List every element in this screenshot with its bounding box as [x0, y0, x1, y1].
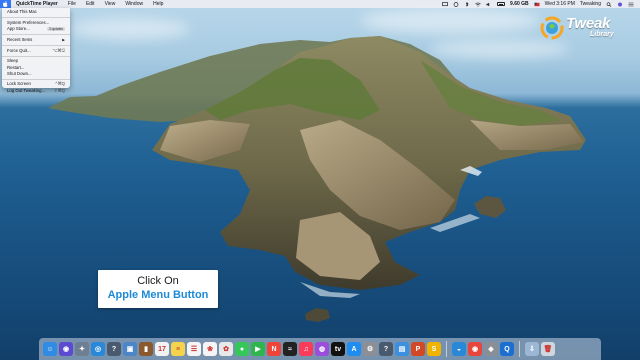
- finder-icon[interactable]: ☺: [43, 342, 57, 356]
- wifi-icon[interactable]: [475, 2, 481, 7]
- network-speed[interactable]: 9.60 GB: [510, 0, 529, 8]
- stocks-icon[interactable]: ≈: [283, 342, 297, 356]
- battery-icon[interactable]: [497, 2, 506, 6]
- keynote-icon[interactable]: ▤: [395, 342, 409, 356]
- logo-text-library: Library: [590, 31, 614, 38]
- spotlight-icon[interactable]: ◒: [452, 342, 466, 356]
- quicktime-icon[interactable]: Q: [500, 342, 514, 356]
- system-preferences-icon[interactable]: ⚙: [363, 342, 377, 356]
- volume-icon[interactable]: [486, 2, 492, 7]
- instruction-callout: Click On Apple Menu Button: [98, 270, 218, 308]
- input-flag-icon[interactable]: [534, 2, 540, 7]
- menu-item-label: App Store...: [7, 25, 30, 31]
- spotlight-icon[interactable]: [606, 1, 612, 7]
- menu-item-label: Force Quit...: [7, 47, 31, 53]
- help-icon[interactable]: ?: [107, 342, 121, 356]
- dock: ☺ ◉ ✦ ◎? ▣ ▮ 17 ≡ ☰ ❀ ✿ ● ▶ N ≈ ♫ ◍ tv A ⚙? ▤ P S ◒ ◉ ◈ Q ⇩ 🗑: [39, 338, 601, 360]
- dock-separator: [519, 341, 520, 357]
- launchpad-icon[interactable]: ✦: [75, 342, 89, 356]
- downloads-folder-icon[interactable]: ⇩: [525, 342, 539, 356]
- trash-icon[interactable]: 🗑: [541, 342, 555, 356]
- siri-icon[interactable]: ◉: [59, 342, 73, 356]
- powerpoint-icon[interactable]: P: [411, 342, 425, 356]
- help-viewer-icon[interactable]: ?: [379, 342, 393, 356]
- menu-separator: [2, 55, 70, 57]
- news-icon[interactable]: N: [267, 342, 281, 356]
- screen-mirror-icon[interactable]: [442, 1, 448, 7]
- photos-app-icon[interactable]: ❀: [203, 342, 217, 356]
- menu-separator: [2, 33, 70, 35]
- menu-bar: QuickTime Player File Edit View Window H…: [0, 0, 640, 8]
- menu-item-label: About This Mac: [7, 9, 37, 14]
- chrome-icon[interactable]: ◉: [468, 342, 482, 356]
- apple-icon: [3, 1, 8, 7]
- app-store-icon[interactable]: A: [347, 342, 361, 356]
- callout-line-2: Apple Menu Button: [107, 289, 209, 301]
- calendar-icon[interactable]: 17: [155, 342, 169, 356]
- menu-item-shut-down[interactable]: Shut Down...: [2, 71, 70, 77]
- menu-item-recent-items[interactable]: Recent Items ▶: [2, 37, 70, 43]
- music-icon[interactable]: ♫: [299, 342, 313, 356]
- menu-separator: [2, 44, 70, 46]
- clock[interactable]: Wed 3:16 PM: [545, 0, 575, 8]
- shortcut: ⌥⌘⎋: [52, 47, 65, 53]
- dock-separator: [446, 341, 447, 357]
- photo-viewer-icon[interactable]: ▣: [123, 342, 137, 356]
- app-menu[interactable]: QuickTime Player: [11, 0, 63, 8]
- safari-icon[interactable]: ◎: [91, 342, 105, 356]
- menu-item-about-this-mac[interactable]: About This Mac: [2, 9, 70, 15]
- menu-edit[interactable]: Edit: [81, 0, 100, 8]
- siri-icon[interactable]: [617, 2, 623, 7]
- apple-menu-button[interactable]: [0, 0, 11, 8]
- tv-icon[interactable]: tv: [331, 342, 345, 356]
- callout-line-1: Click On: [137, 275, 179, 287]
- podcasts-icon[interactable]: ◍: [315, 342, 329, 356]
- menu-item-label: Shut Down...: [7, 70, 32, 76]
- logo-mark-icon: [540, 16, 564, 40]
- menu-item-label: Recent Items: [7, 36, 33, 42]
- island-landscape: [48, 36, 586, 322]
- time-machine-icon[interactable]: [453, 1, 459, 7]
- menu-item-label: Log Out Tweaking...: [7, 87, 46, 93]
- user-name[interactable]: Tweaking: [580, 0, 601, 8]
- disk-utility-icon[interactable]: ◈: [484, 342, 498, 356]
- updates-badge: 3 updates: [46, 27, 65, 32]
- notification-center-icon[interactable]: [628, 2, 634, 7]
- reminders-icon[interactable]: ☰: [187, 342, 201, 356]
- menu-file[interactable]: File: [63, 0, 81, 8]
- menu-window[interactable]: Window: [120, 0, 148, 8]
- tweak-library-logo: Tweak Library: [540, 14, 622, 42]
- menu-item-log-out[interactable]: Log Out Tweaking... ⇧⌘Q: [2, 88, 70, 94]
- menu-item-force-quit[interactable]: Force Quit... ⌥⌘⎋: [2, 48, 70, 54]
- notes-icon[interactable]: ≡: [171, 342, 185, 356]
- book-icon[interactable]: ▮: [139, 342, 153, 356]
- logo-text-tweak: Tweak: [566, 15, 611, 32]
- submenu-arrow-icon: ▶: [62, 37, 65, 42]
- menu-separator: [2, 78, 70, 80]
- menu-help[interactable]: Help: [148, 0, 168, 8]
- apple-dropdown-menu: About This Mac System Preferences... App…: [2, 8, 70, 93]
- facetime-icon[interactable]: ▶: [251, 342, 265, 356]
- desktop-wallpaper: [0, 0, 640, 360]
- menu-separator: [2, 16, 70, 18]
- shortcut: ⇧⌘Q: [53, 87, 65, 93]
- menu-view[interactable]: View: [100, 0, 121, 8]
- photos-icon[interactable]: ✿: [219, 342, 233, 356]
- messages-icon[interactable]: ●: [235, 342, 249, 356]
- slides-icon[interactable]: S: [427, 342, 441, 356]
- menu-item-app-store[interactable]: App Store... 3 updates: [2, 26, 70, 32]
- bluetooth-icon[interactable]: [464, 1, 470, 7]
